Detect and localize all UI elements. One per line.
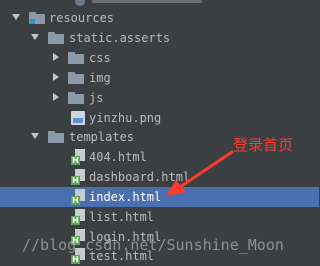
annotation-label: 登录首页 [233,136,294,154]
annotation-arrow-icon [166,150,234,196]
watermark: //blog.csdn.net/Sunshine_Moon [22,236,284,254]
